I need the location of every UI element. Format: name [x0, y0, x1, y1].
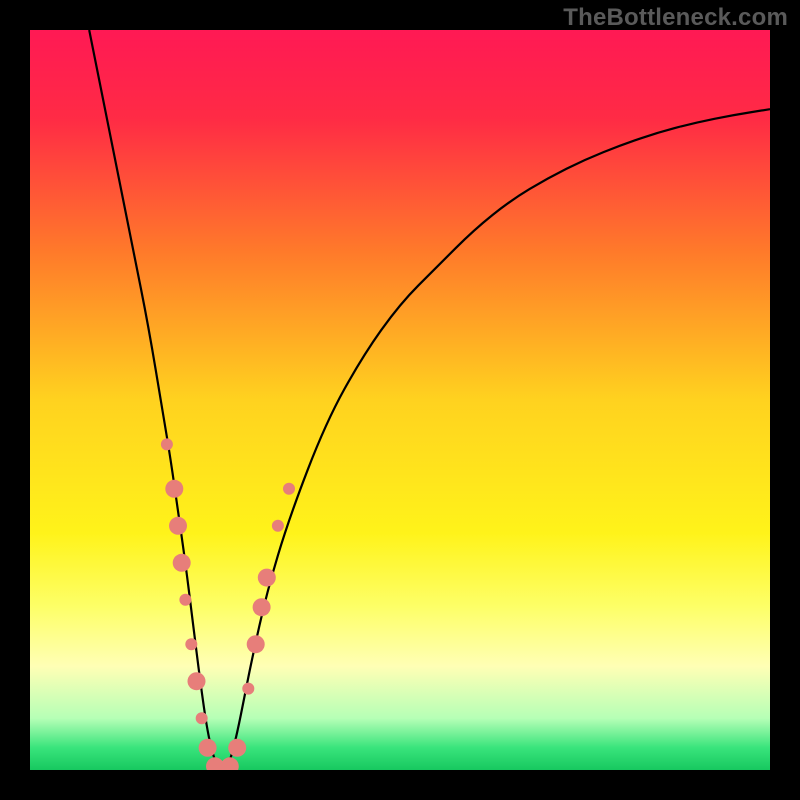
- watermark-text: TheBottleneck.com: [563, 4, 788, 32]
- data-marker: [242, 683, 254, 695]
- chart-container: TheBottleneck.com: [0, 0, 800, 800]
- data-marker: [247, 635, 265, 653]
- data-marker: [161, 438, 173, 450]
- data-marker: [185, 638, 197, 650]
- data-marker: [179, 594, 191, 606]
- data-marker: [258, 569, 276, 587]
- gradient-background: [30, 30, 770, 770]
- plot-area: [30, 30, 770, 770]
- data-marker: [196, 712, 208, 724]
- data-marker: [188, 672, 206, 690]
- data-marker: [283, 483, 295, 495]
- data-marker: [272, 520, 284, 532]
- data-marker: [169, 517, 187, 535]
- data-marker: [199, 739, 217, 757]
- data-marker: [165, 480, 183, 498]
- data-marker: [173, 554, 191, 572]
- data-marker: [228, 739, 246, 757]
- chart-svg: [30, 30, 770, 770]
- data-marker: [253, 598, 271, 616]
